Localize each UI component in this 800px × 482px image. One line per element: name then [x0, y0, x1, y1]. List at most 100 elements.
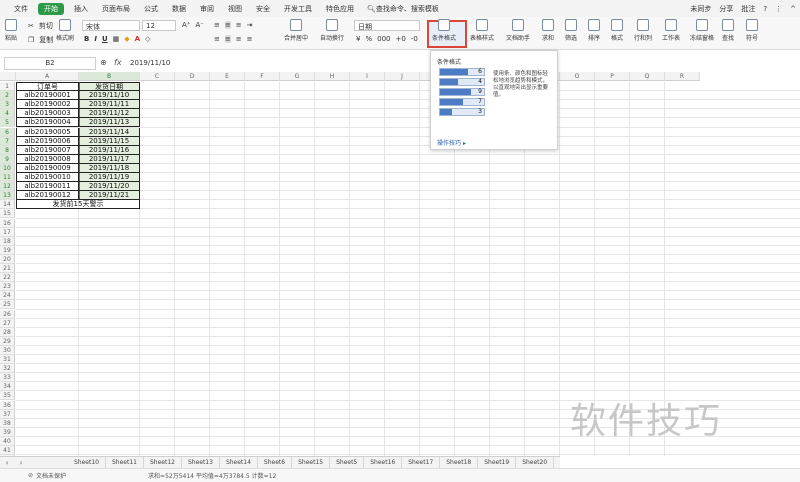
row-header[interactable]: 25: [0, 300, 15, 310]
ship-date-cell[interactable]: 2019/11/15: [79, 136, 140, 146]
ship-date-cell[interactable]: 2019/11/10: [79, 91, 140, 101]
order-id-cell[interactable]: alb20190010: [16, 173, 79, 183]
column-header[interactable]: Q: [630, 72, 665, 81]
order-id-cell[interactable]: alb20190012: [16, 191, 79, 201]
row-header[interactable]: 21: [0, 264, 15, 274]
row-header[interactable]: 34: [0, 382, 15, 392]
distribute-icon[interactable]: ≡: [247, 35, 253, 43]
rows-cols-button[interactable]: 行和列: [634, 19, 652, 42]
column-header[interactable]: H: [315, 72, 350, 81]
sheet-tab[interactable]: Sheet10: [68, 456, 106, 469]
bold-icon[interactable]: B: [84, 35, 89, 43]
align-top-icon[interactable]: ≡: [214, 21, 220, 29]
column-header[interactable]: C: [140, 72, 175, 81]
menu-review[interactable]: 审阅: [193, 4, 221, 14]
more-icon[interactable]: ⋮: [771, 5, 786, 13]
ship-date-cell[interactable]: 2019/11/13: [79, 118, 140, 128]
conditional-format-button[interactable]: 条件格式: [432, 19, 456, 42]
row-header[interactable]: 8: [0, 145, 15, 155]
fill-color-icon[interactable]: ◆: [124, 35, 129, 43]
font-size-select[interactable]: 12: [142, 20, 176, 31]
cut-button[interactable]: ✂ 剪切: [28, 21, 53, 31]
number-format-select[interactable]: 日期: [354, 20, 420, 31]
formula-input[interactable]: 2019/11/10: [130, 57, 430, 70]
sheet-tab[interactable]: Sheet15: [292, 456, 331, 469]
row-header[interactable]: 13: [0, 191, 15, 201]
row-header[interactable]: 11: [0, 173, 15, 183]
table-header[interactable]: 发货日期: [79, 82, 140, 92]
sort-button[interactable]: 排序: [588, 19, 600, 42]
doc-assistant-button[interactable]: 文档助手: [506, 19, 530, 42]
sync-status[interactable]: 未同步: [686, 4, 715, 14]
sheet-tab[interactable]: Sheet20: [516, 456, 555, 469]
align-middle-icon[interactable]: ≡: [224, 21, 231, 29]
menu-data[interactable]: 数据: [165, 4, 193, 14]
order-id-cell[interactable]: alb20190005: [16, 127, 79, 137]
filter-button[interactable]: 筛选: [565, 19, 577, 42]
order-id-cell[interactable]: alb20190003: [16, 109, 79, 119]
menu-developer[interactable]: 开发工具: [277, 4, 319, 14]
fx-icon[interactable]: fx: [114, 58, 122, 67]
align-left-icon[interactable]: ≡: [214, 35, 220, 43]
freeze-panes-button[interactable]: 冻结窗格: [690, 19, 714, 42]
indent-icon[interactable]: ⇥: [247, 21, 253, 29]
row-header[interactable]: 38: [0, 418, 15, 428]
merge-center-button[interactable]: 合并居中: [284, 19, 308, 42]
border-icon[interactable]: ▦: [113, 35, 120, 43]
row-header[interactable]: 27: [0, 318, 15, 328]
row-header[interactable]: 12: [0, 182, 15, 192]
menu-formulas[interactable]: 公式: [137, 4, 165, 14]
column-header[interactable]: A: [16, 72, 79, 81]
row-header[interactable]: 28: [0, 327, 15, 337]
format-button[interactable]: 格式: [611, 19, 623, 42]
column-header[interactable]: R: [665, 72, 700, 81]
sheet-tab[interactable]: Sheet11: [106, 456, 144, 469]
align-bottom-icon[interactable]: ≡: [236, 21, 242, 29]
row-header[interactable]: 32: [0, 364, 15, 374]
menu-page-layout[interactable]: 页面布局: [95, 4, 137, 14]
order-id-cell[interactable]: alb20190002: [16, 100, 79, 110]
sheet-tab[interactable]: Sheet19: [478, 456, 517, 469]
percent-icon[interactable]: %: [365, 35, 372, 43]
menu-features[interactable]: 特色应用: [319, 4, 361, 14]
order-id-cell[interactable]: alb20190009: [16, 163, 79, 173]
column-header[interactable]: F: [245, 72, 280, 81]
column-header[interactable]: B: [79, 72, 140, 81]
row-header[interactable]: 6: [0, 127, 15, 137]
row-header[interactable]: 35: [0, 391, 15, 401]
ship-date-cell[interactable]: 2019/11/20: [79, 182, 140, 192]
underline-icon[interactable]: U: [102, 35, 108, 43]
sheet-tab[interactable]: Sheet13: [182, 456, 220, 469]
paste-button[interactable]: 粘贴: [5, 19, 17, 42]
row-header[interactable]: 18: [0, 236, 15, 246]
format-painter-button[interactable]: 格式刷: [56, 19, 74, 42]
italic-icon[interactable]: I: [94, 35, 97, 43]
row-header[interactable]: 5: [0, 118, 15, 128]
align-right-icon[interactable]: ≡: [236, 35, 242, 43]
sheet-tab[interactable]: Sheet12: [144, 456, 182, 469]
worksheet-button[interactable]: 工作表: [662, 19, 680, 42]
grow-font-icon[interactable]: A⁺: [182, 21, 190, 29]
row-header[interactable]: 16: [0, 218, 15, 228]
warning-label[interactable]: 发货前15天警示: [16, 200, 140, 210]
row-header[interactable]: 4: [0, 109, 15, 119]
help-icon[interactable]: ?: [759, 5, 771, 13]
ship-date-cell[interactable]: 2019/11/11: [79, 100, 140, 110]
menu-home[interactable]: 开始: [38, 2, 64, 15]
order-id-cell[interactable]: alb20190007: [16, 145, 79, 155]
row-header[interactable]: 19: [0, 245, 15, 255]
menu-view[interactable]: 视图: [221, 4, 249, 14]
order-id-cell[interactable]: alb20190006: [16, 136, 79, 146]
row-header[interactable]: 33: [0, 373, 15, 383]
row-header[interactable]: 7: [0, 136, 15, 146]
font-family-select[interactable]: 宋体: [82, 20, 140, 31]
row-header[interactable]: 36: [0, 400, 15, 410]
ship-date-cell[interactable]: 2019/11/12: [79, 109, 140, 119]
name-box[interactable]: B2: [4, 57, 96, 70]
column-header[interactable]: G: [280, 72, 315, 81]
column-header[interactable]: E: [210, 72, 245, 81]
copy-button[interactable]: ❐ 复制: [28, 35, 53, 45]
wrap-text-button[interactable]: 自动换行: [320, 19, 344, 42]
menu-file[interactable]: 文件: [0, 4, 35, 14]
row-header[interactable]: 39: [0, 427, 15, 437]
